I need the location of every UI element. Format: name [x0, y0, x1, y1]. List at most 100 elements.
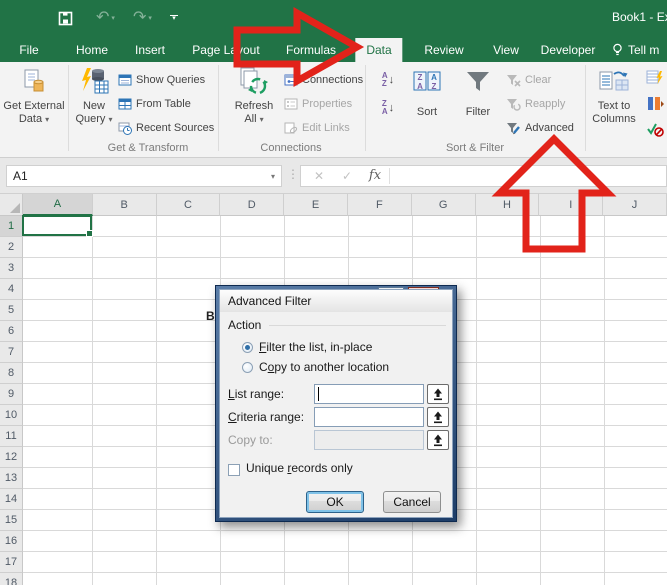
- criteria-range-input[interactable]: [314, 407, 424, 427]
- cell-A17[interactable]: [23, 552, 93, 573]
- cell-C2[interactable]: [157, 237, 221, 258]
- row-header-9[interactable]: 9: [0, 384, 23, 405]
- column-header-A[interactable]: A: [23, 194, 93, 216]
- advanced-filter-button[interactable]: Advanced: [506, 118, 574, 138]
- cell-A15[interactable]: [23, 510, 93, 531]
- cell-B15[interactable]: [93, 510, 157, 531]
- cell-J3[interactable]: [605, 258, 667, 279]
- row-header-18[interactable]: 18: [0, 573, 23, 585]
- ok-button[interactable]: OK: [306, 491, 364, 513]
- recent-sources-button[interactable]: Recent Sources: [118, 118, 214, 138]
- sort-descending-button[interactable]: ZA ↓: [376, 96, 400, 120]
- row-header-3[interactable]: 3: [0, 258, 23, 279]
- cell-H14[interactable]: [477, 489, 541, 510]
- cell-H15[interactable]: [477, 510, 541, 531]
- cell-D18[interactable]: [221, 573, 285, 585]
- cell-I16[interactable]: [541, 531, 605, 552]
- cell-E17[interactable]: [285, 552, 349, 573]
- row-header-11[interactable]: 11: [0, 426, 23, 447]
- cell-B4[interactable]: [93, 279, 157, 300]
- name-box[interactable]: A1 ▾: [6, 165, 282, 187]
- cell-C15[interactable]: [157, 510, 221, 531]
- row-header-15[interactable]: 15: [0, 510, 23, 531]
- column-header-G[interactable]: G: [412, 194, 476, 216]
- cell-J6[interactable]: [605, 321, 667, 342]
- tell-me-box[interactable]: Tell m: [612, 38, 659, 62]
- cell-C11[interactable]: [157, 426, 221, 447]
- cell-C13[interactable]: [157, 468, 221, 489]
- cell-E3[interactable]: [285, 258, 349, 279]
- cell-H18[interactable]: [477, 573, 541, 585]
- cell-H10[interactable]: [477, 405, 541, 426]
- cell-B14[interactable]: [93, 489, 157, 510]
- cell-A6[interactable]: [23, 321, 93, 342]
- cell-H13[interactable]: [477, 468, 541, 489]
- cell-C9[interactable]: [157, 384, 221, 405]
- column-header-E[interactable]: E: [284, 194, 348, 216]
- cell-C3[interactable]: [157, 258, 221, 279]
- cell-B13[interactable]: [93, 468, 157, 489]
- text-to-columns-button[interactable]: Text to Columns: [588, 64, 640, 140]
- cell-J1[interactable]: [605, 216, 667, 237]
- cell-F18[interactable]: [349, 573, 413, 585]
- formula-input-strip[interactable]: ✕ ✓ fx: [300, 165, 667, 187]
- cell-J15[interactable]: [605, 510, 667, 531]
- cell-A16[interactable]: [23, 531, 93, 552]
- cell-J2[interactable]: [605, 237, 667, 258]
- column-header-C[interactable]: C: [157, 194, 221, 216]
- cell-D17[interactable]: [221, 552, 285, 573]
- cell-C1[interactable]: [157, 216, 221, 237]
- cell-H3[interactable]: [477, 258, 541, 279]
- cell-B2[interactable]: [93, 237, 157, 258]
- cell-F2[interactable]: [349, 237, 413, 258]
- cell-F1[interactable]: [349, 216, 413, 237]
- cell-B6[interactable]: [93, 321, 157, 342]
- cell-A11[interactable]: [23, 426, 93, 447]
- cell-E16[interactable]: [285, 531, 349, 552]
- cell-I3[interactable]: [541, 258, 605, 279]
- cell-C14[interactable]: [157, 489, 221, 510]
- cell-I7[interactable]: [541, 342, 605, 363]
- cell-H5[interactable]: [477, 300, 541, 321]
- cell-C8[interactable]: [157, 363, 221, 384]
- undo-button[interactable]: ↶ ▾: [96, 6, 115, 30]
- new-query-button[interactable]: New Query ▾: [72, 64, 116, 140]
- cell-G1[interactable]: [413, 216, 477, 237]
- list-range-input[interactable]: [314, 384, 424, 404]
- column-headers[interactable]: ABCDEFGHIJ: [23, 194, 667, 216]
- dialog-title-bar[interactable]: Advanced Filter: [220, 290, 452, 312]
- row-header-8[interactable]: 8: [0, 363, 23, 384]
- from-table-button[interactable]: From Table: [118, 94, 191, 114]
- cell-G2[interactable]: [413, 237, 477, 258]
- cell-A7[interactable]: [23, 342, 93, 363]
- cell-H11[interactable]: [477, 426, 541, 447]
- row-header-5[interactable]: 5: [0, 300, 23, 321]
- cell-A12[interactable]: [23, 447, 93, 468]
- cell-E18[interactable]: [285, 573, 349, 585]
- cell-G16[interactable]: [413, 531, 477, 552]
- row-header-13[interactable]: 13: [0, 468, 23, 489]
- formula-bar-resize-dots[interactable]: ⋮: [287, 167, 299, 181]
- cell-J5[interactable]: [605, 300, 667, 321]
- filter-in-place-radio[interactable]: Filter the list, in-place: [242, 340, 372, 354]
- tab-data[interactable]: Data: [355, 38, 402, 62]
- column-header-I[interactable]: I: [539, 194, 603, 216]
- tab-insert[interactable]: Insert: [124, 38, 176, 62]
- cell-D16[interactable]: [221, 531, 285, 552]
- tab-formulas[interactable]: Formulas: [275, 38, 347, 62]
- list-range-collapse-button[interactable]: [427, 384, 449, 404]
- cell-H9[interactable]: [477, 384, 541, 405]
- cell-H8[interactable]: [477, 363, 541, 384]
- cell-B10[interactable]: [93, 405, 157, 426]
- cell-G17[interactable]: [413, 552, 477, 573]
- criteria-range-collapse-button[interactable]: [427, 407, 449, 427]
- cell-D2[interactable]: [221, 237, 285, 258]
- cell-A4[interactable]: [23, 279, 93, 300]
- tab-view[interactable]: View: [482, 38, 530, 62]
- cell-I13[interactable]: [541, 468, 605, 489]
- cell-J13[interactable]: [605, 468, 667, 489]
- cell-A13[interactable]: [23, 468, 93, 489]
- column-header-J[interactable]: J: [603, 194, 667, 216]
- cell-I15[interactable]: [541, 510, 605, 531]
- row-header-2[interactable]: 2: [0, 237, 23, 258]
